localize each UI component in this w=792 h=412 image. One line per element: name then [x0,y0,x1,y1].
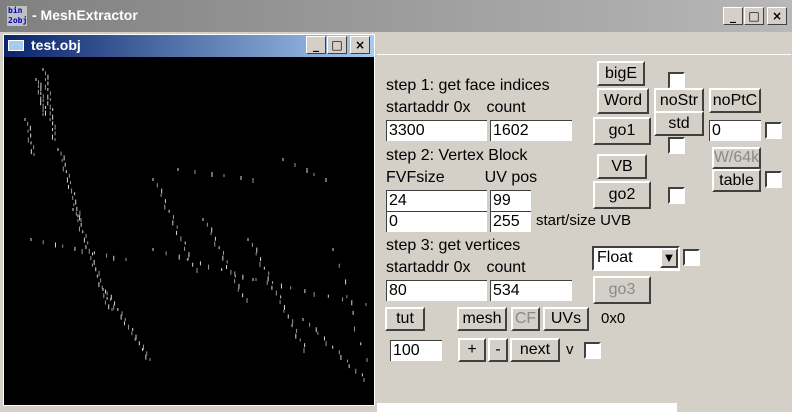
mesh-preview-title: test.obj [31,37,81,53]
no-strip-button[interactable]: noStr [654,88,704,113]
next-button[interactable]: next [510,338,560,362]
step1-startaddr-label: startaddr 0x count [386,98,587,118]
step2-heading: step 2: Vertex Block [386,146,587,166]
step2-uvpos-text: UV pos [484,169,538,186]
minimize-button[interactable]: _ [723,7,743,25]
table-button[interactable]: table [712,169,761,192]
uvb-start-input[interactable]: 0 [386,211,487,232]
big-endian-button[interactable]: bigE [597,61,645,86]
big-endian-checkbox[interactable] [668,72,685,89]
tutorial-button[interactable]: tut [385,307,425,331]
go1-button[interactable]: go1 [593,117,651,145]
mesh-points-canvas [24,68,368,382]
std-button[interactable]: std [654,111,704,136]
step1-count-input[interactable]: 1602 [490,120,572,141]
step-amount-input[interactable]: 100 [390,340,442,361]
uvs-button[interactable]: UVs [543,307,589,331]
step2-fvf-text: FVFsize [386,169,445,186]
child-maximize-button[interactable]: □ [327,36,347,54]
uvb-label: start/size UVB [536,211,658,231]
step1-startaddr-input[interactable]: 3300 [386,120,487,141]
step3-labels: startaddr 0x count [386,258,587,278]
go3-button[interactable]: go3 [593,276,651,304]
table-checkbox[interactable] [765,171,782,188]
step3-count-input[interactable]: 534 [490,280,572,301]
std-checkbox[interactable] [668,137,685,154]
go2-checkbox[interactable] [668,187,685,204]
word-button[interactable]: Word [597,88,649,114]
no-ptc-input[interactable]: 0 [709,120,761,141]
step1-count-text: count [486,99,526,116]
mesh-button[interactable]: mesh [457,307,507,331]
maximize-button[interactable]: □ [744,7,764,25]
mesh-viewport[interactable] [5,58,373,404]
vertex-format-value: Float [597,249,633,266]
step1-startaddr-text: startaddr 0x [386,99,471,116]
v-label: v [563,340,581,360]
status-bar [377,403,677,412]
step3-count-text: count [486,259,526,276]
w64k-button[interactable]: W/64k [712,147,761,169]
vb-button[interactable]: VB [597,154,647,179]
step3-startaddr-input[interactable]: 80 [386,280,487,301]
plus-button[interactable]: + [458,338,486,362]
child-minimize-button[interactable]: _ [306,36,326,54]
uv-pos-input[interactable]: 99 [490,190,531,211]
no-ptc-checkbox[interactable] [765,122,782,139]
separator-line [377,54,791,55]
step3-startaddr-text: startaddr 0x [386,259,471,276]
v-checkbox[interactable] [584,342,601,359]
app-icon: bin 2obj [6,5,28,27]
minus-button[interactable]: - [488,338,508,362]
child-close-button[interactable]: × [350,36,370,54]
app-title: - MeshExtractor [32,7,138,23]
chevron-down-icon[interactable]: ▼ [660,248,678,268]
close-button[interactable]: × [767,7,787,25]
window-icon [8,40,24,51]
go2-button[interactable]: go2 [593,181,651,209]
uvb-size-input[interactable]: 255 [490,211,531,232]
format-checkbox[interactable] [683,249,700,266]
step3-heading: step 3: get vertices [386,236,587,256]
cf-button[interactable]: CF [511,307,540,331]
no-ptc-button[interactable]: noPtC [709,88,761,113]
step1-heading: step 1: get face indices [386,76,587,96]
fvf-size-input[interactable]: 24 [386,190,487,211]
step2-labels: FVFsize UV pos [386,168,587,188]
hex-readout: 0x0 [597,309,641,329]
